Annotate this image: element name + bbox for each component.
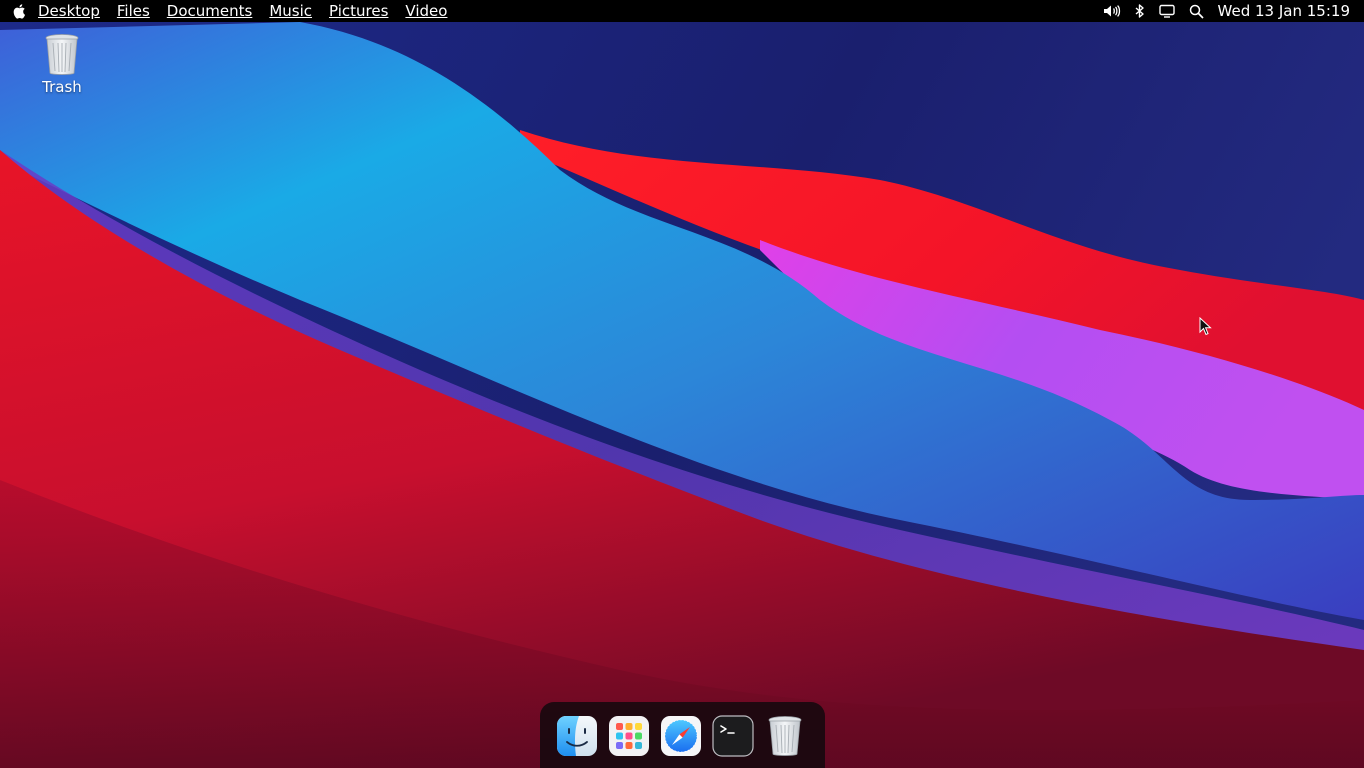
trash-icon xyxy=(45,34,79,75)
clock[interactable]: Wed 13 Jan 15:19 xyxy=(1218,0,1350,22)
dock-item-terminal[interactable] xyxy=(712,715,754,757)
menu-bar: Desktop Files Documents Music Pictures V… xyxy=(0,0,1364,22)
trash-icon xyxy=(768,716,802,756)
menu-documents[interactable]: Documents xyxy=(167,0,253,22)
mouse-cursor xyxy=(1199,317,1212,336)
finder-icon xyxy=(557,716,597,756)
desktop-icon-label: Trash xyxy=(42,78,82,96)
terminal-icon xyxy=(712,715,754,757)
search-icon[interactable] xyxy=(1189,4,1204,19)
menu-desktop[interactable]: Desktop xyxy=(38,0,100,22)
desktop-icon-trash[interactable]: Trash xyxy=(32,32,92,96)
dock-item-trash[interactable] xyxy=(764,715,806,757)
menu-files[interactable]: Files xyxy=(117,0,150,22)
dock-item-safari[interactable] xyxy=(660,715,702,757)
bluetooth-icon[interactable] xyxy=(1135,3,1145,19)
safari-icon xyxy=(661,716,701,756)
menu-video[interactable]: Video xyxy=(405,0,447,22)
dock-item-finder[interactable] xyxy=(556,715,598,757)
menu-pictures[interactable]: Pictures xyxy=(329,0,388,22)
dock xyxy=(540,702,825,768)
dock-item-launchpad[interactable] xyxy=(608,715,650,757)
menu-music[interactable]: Music xyxy=(269,0,312,22)
desktop-wallpaper xyxy=(0,0,1364,768)
apple-icon[interactable] xyxy=(12,3,26,19)
launchpad-icon xyxy=(609,716,649,756)
volume-icon[interactable] xyxy=(1103,4,1121,18)
display-icon[interactable] xyxy=(1158,4,1175,18)
